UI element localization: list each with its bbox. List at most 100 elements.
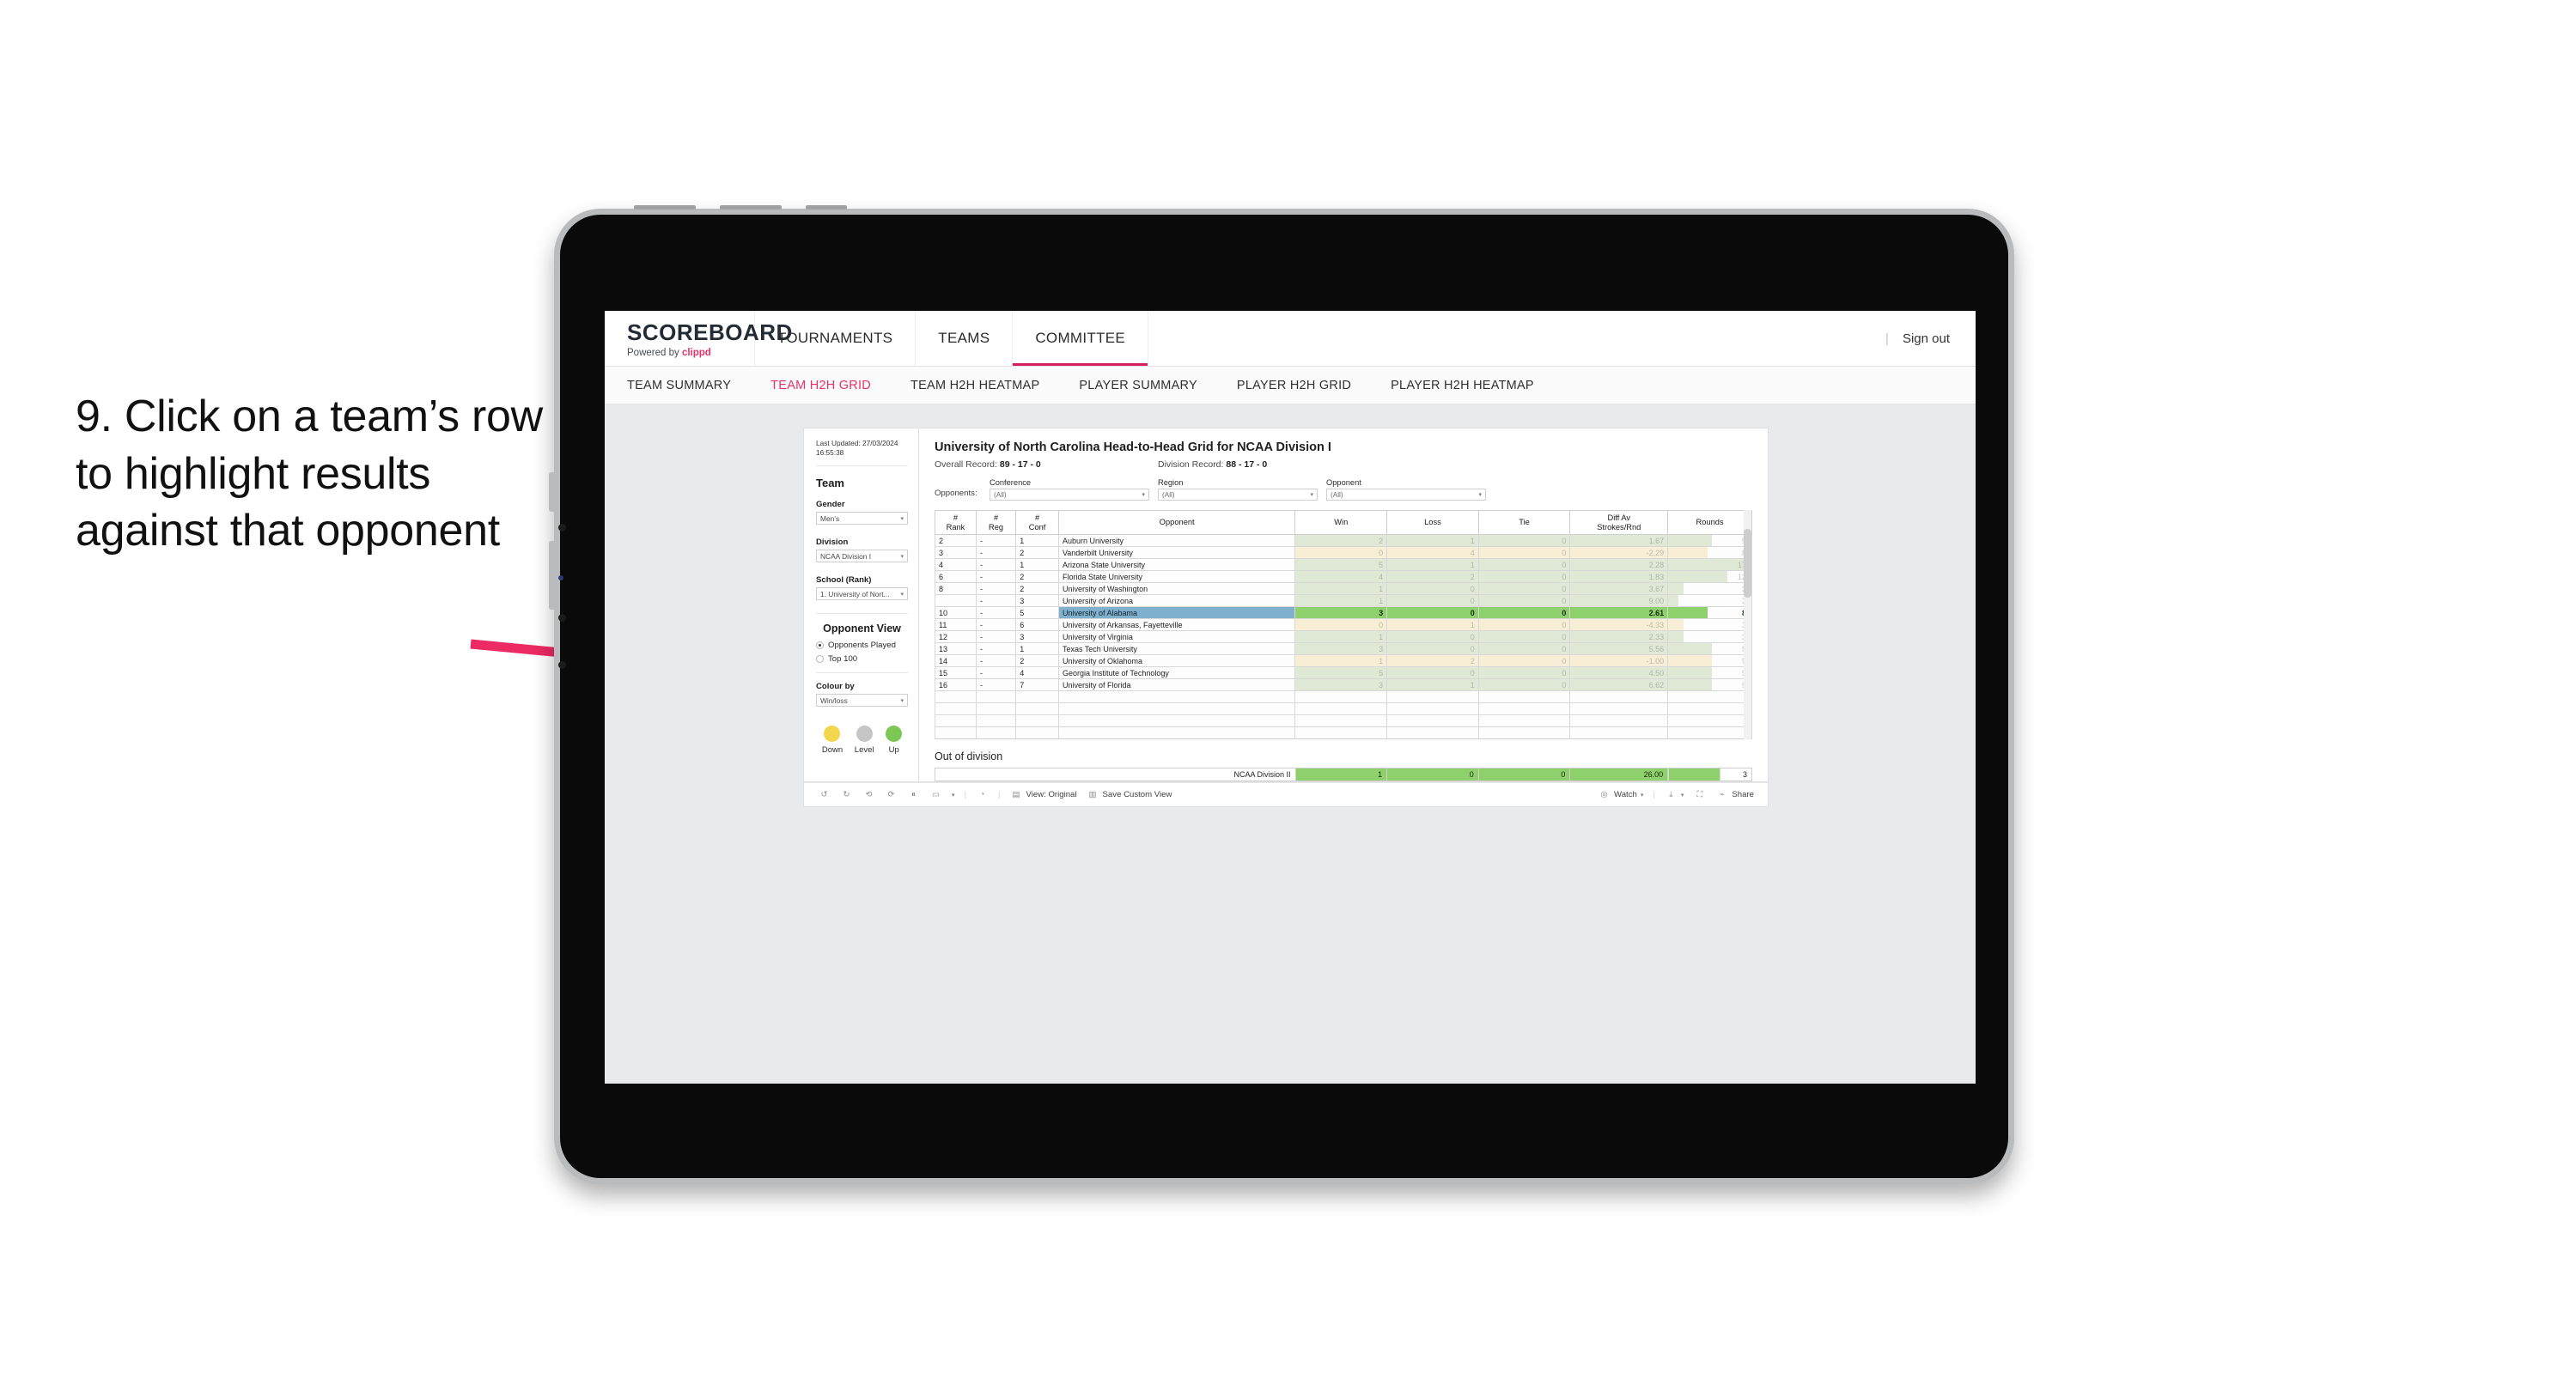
- radio-opponents-played-label: Opponents Played: [828, 641, 896, 651]
- share-button[interactable]: ⌁ Share: [1715, 788, 1768, 801]
- cell-rounds: 8: [1667, 546, 1752, 560]
- tab-player-h2h-heatmap[interactable]: PLAYER H2H HEATMAP: [1391, 379, 1534, 392]
- table-row[interactable]: 10-5University of Alabama3002.618: [935, 606, 1752, 620]
- rounds-value: 9: [1668, 655, 1751, 666]
- table-row[interactable]: 8-2University of Washington1003.673: [935, 582, 1752, 596]
- tab-player-summary[interactable]: PLAYER SUMMARY: [1079, 379, 1197, 392]
- empty-cell: [935, 690, 977, 704]
- tab-team-summary[interactable]: TEAM SUMMARY: [627, 379, 731, 392]
- undo-icon[interactable]: ↺: [818, 788, 831, 801]
- cell-diff: 1.67: [1569, 534, 1669, 548]
- cell-loss: 2: [1386, 654, 1479, 668]
- table-scrollbar[interactable]: [1744, 510, 1751, 739]
- chevron-down-icon[interactable]: ▾: [952, 792, 955, 799]
- sidebar-divider-1: [816, 613, 908, 615]
- pause-icon[interactable]: ⏸: [907, 788, 920, 801]
- tab-team-h2h-grid[interactable]: TEAM H2H GRID: [770, 379, 871, 392]
- rounds-value: 3: [1668, 631, 1751, 642]
- legend-dot-down: [824, 726, 841, 743]
- last-updated-block: Last Updated: 27/03/2024 16:55:38: [816, 439, 908, 467]
- cell-diff: 2.61: [1569, 606, 1669, 620]
- view-original-button[interactable]: ▤ View: Original: [1010, 788, 1076, 801]
- table-row[interactable]: 4-1 Arizona State University 5 1 0 2.28 17: [935, 558, 1752, 572]
- device-side-dot-1: [558, 524, 566, 532]
- column-header-diff[interactable]: Diff Av Strokes/Rnd: [1569, 509, 1669, 536]
- cell-opponent: Vanderbilt University: [1057, 546, 1296, 560]
- redo-icon[interactable]: ↻: [840, 788, 853, 801]
- nav-item-tournaments[interactable]: TOURNAMENTS: [755, 311, 917, 366]
- visualization-panel: Last Updated: 27/03/2024 16:55:38 Team G…: [804, 428, 1768, 782]
- brand-tagline: Powered by clippd: [627, 348, 754, 358]
- column-header-opponent[interactable]: Opponent: [1057, 509, 1296, 536]
- save-custom-view-button[interactable]: ▥ Save Custom View: [1087, 788, 1172, 801]
- table-scrollbar-thumb[interactable]: [1744, 529, 1751, 598]
- cell-opponent: University of Arkansas, Fayetteville: [1057, 618, 1296, 632]
- cell-loss: 0: [1386, 606, 1479, 620]
- cell-diff: -2.29: [1569, 546, 1669, 560]
- colour-by-select[interactable]: Win/loss ▾: [816, 694, 908, 708]
- download-button[interactable]: ⤓ ▾: [1665, 788, 1684, 801]
- rounds-value: 8: [1668, 607, 1751, 618]
- radio-top-100[interactable]: Top 100: [816, 654, 908, 664]
- table-row[interactable]: 16-7University of Florida3106.629: [935, 678, 1752, 692]
- cell-rank: 2: [935, 534, 977, 548]
- table-row[interactable]: 14-2University of Oklahoma120-1.009: [935, 654, 1752, 668]
- table-row[interactable]: 2-1Auburn University2101.679: [935, 534, 1752, 548]
- column-header-reg[interactable]: # Reg: [975, 509, 1017, 536]
- column-header-win[interactable]: Win: [1294, 509, 1388, 536]
- out-of-division-row[interactable]: NCAA Division II 1 0 0 26.00 3: [935, 768, 1752, 782]
- clear-sheet-icon[interactable]: ▭: [929, 788, 942, 801]
- ood-win: 1: [1294, 768, 1388, 782]
- watch-button[interactable]: ◎ Watch ▾: [1598, 788, 1643, 801]
- tab-player-h2h-grid[interactable]: PLAYER H2H GRID: [1237, 379, 1351, 392]
- table-row[interactable]: 12-3University of Virginia1002.333: [935, 630, 1752, 644]
- cell-opponent: Auburn University: [1057, 534, 1296, 548]
- cell-rank: 14: [935, 654, 977, 668]
- overall-record-label: Overall Record:: [935, 459, 1000, 470]
- gender-select[interactable]: Men’s ▾: [816, 512, 908, 525]
- revert-icon[interactable]: ⟲: [862, 788, 875, 801]
- table-row[interactable]: 13-1Texas Tech University3005.569: [935, 642, 1752, 656]
- fullscreen-icon[interactable]: ⛶: [1693, 788, 1706, 801]
- empty-cell: [1569, 726, 1669, 740]
- cell-reg: -: [975, 594, 1017, 608]
- cell-reg: -: [975, 666, 1017, 680]
- watch-label: Watch: [1614, 790, 1637, 799]
- empty-cell: [1477, 726, 1571, 740]
- cell-opponent: Arizona State University: [1057, 558, 1296, 572]
- nav-item-committee[interactable]: COMMITTEE: [1013, 311, 1149, 366]
- column-header-loss[interactable]: Loss: [1386, 509, 1479, 536]
- legend-item-level: Level: [855, 726, 874, 755]
- signout-area: | Sign out: [1885, 311, 1976, 366]
- filter-opponent-select[interactable]: (All) ▾: [1326, 489, 1486, 501]
- cell-reg: -: [975, 606, 1017, 620]
- table-row[interactable]: 15-4 Georgia Institute of Technology 5 0 0 4.…: [935, 666, 1752, 680]
- table-row[interactable]: -3University of Arizona1009.002: [935, 594, 1752, 608]
- empty-cell: [1057, 714, 1296, 728]
- table-row[interactable]: 3-2Vanderbilt University040-2.298: [935, 546, 1752, 560]
- tableau-toolbar: ↺ ↻ ⟲ ⟳ ⏸ ▭ ▾ | ◔ | ▤ View: Original ▥ S…: [804, 782, 1768, 806]
- table-row[interactable]: 11-6 University of Arkansas, Fayetteville…: [935, 618, 1752, 632]
- column-header-rounds[interactable]: Rounds: [1667, 509, 1752, 536]
- top-navigation-bar: SCOREBOARD Powered by clippd TOURNAMENTS…: [605, 311, 1976, 367]
- refresh-icon[interactable]: ⟳: [885, 788, 898, 801]
- division-select[interactable]: NCAA Division I ▾: [816, 550, 908, 563]
- table-row[interactable]: 6-2 Florida State University 4 2 0 1.83 12: [935, 570, 1752, 584]
- nav-item-teams[interactable]: TEAMS: [916, 311, 1014, 366]
- signout-link[interactable]: Sign out: [1903, 331, 1950, 346]
- filter-conference-select[interactable]: (All) ▾: [990, 489, 1149, 501]
- column-header-rank[interactable]: # Rank: [935, 509, 977, 536]
- save-custom-view-label: Save Custom View: [1102, 790, 1172, 799]
- out-of-division-heading: Out of division: [935, 750, 1003, 763]
- school-select[interactable]: 1. University of Nort... ▾: [816, 587, 908, 601]
- column-header-tie[interactable]: Tie: [1477, 509, 1571, 536]
- cell-reg: -: [975, 678, 1017, 692]
- custom-views-icon[interactable]: ◔: [976, 788, 989, 801]
- brand-logo[interactable]: SCOREBOARD Powered by clippd: [605, 311, 792, 366]
- empty-cell: [1569, 714, 1669, 728]
- radio-opponents-played[interactable]: Opponents Played: [816, 641, 908, 650]
- filter-region-select[interactable]: (All) ▾: [1158, 489, 1318, 501]
- column-header-conf[interactable]: # Conf: [1015, 509, 1059, 536]
- cell-reg: -: [975, 618, 1017, 632]
- tab-team-h2h-heatmap[interactable]: TEAM H2H HEATMAP: [910, 379, 1039, 392]
